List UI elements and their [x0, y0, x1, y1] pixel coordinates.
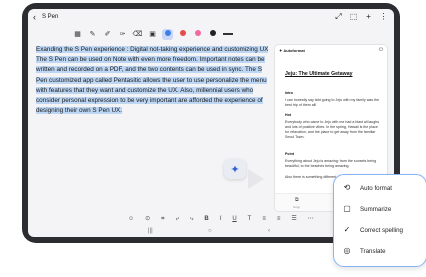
align-icon[interactable]: ≡ — [262, 215, 266, 224]
back-nav-icon[interactable]: ‹ — [268, 228, 270, 234]
color-blue-swatch[interactable] — [162, 29, 173, 40]
section-heading: Hot — [285, 113, 291, 117]
summarize-icon: ▢ — [343, 204, 351, 213]
page-title: S Pen — [42, 14, 59, 20]
menu-item-label: Auto format — [360, 184, 392, 192]
pen-icon[interactable]: ✎ — [87, 29, 98, 40]
menu-item-translate[interactable]: ◎ Translate — [342, 245, 386, 257]
note-body[interactable]: Exanding the S Pen experience : Digital … — [36, 45, 272, 116]
menu-item-label: Summarize — [360, 205, 392, 213]
sparkle-icon: ✦ — [230, 163, 240, 176]
color-black-swatch[interactable] — [207, 29, 218, 40]
section-item: I can honestly say taht going to Jeju wi… — [285, 98, 380, 107]
auto-format-icon: ⟲ — [343, 183, 351, 192]
pointer-arrow — [248, 169, 264, 189]
menu-item-label: Translate — [360, 247, 386, 255]
spelling-icon: ✓ — [343, 225, 351, 234]
redo-icon[interactable]: ⤷ — [190, 215, 193, 224]
pen-toolbar: ▦ ✎ ✐ ✑ ⌫ ▣ — [72, 28, 233, 41]
keyboard-icon[interactable]: ▦ — [72, 29, 83, 40]
add-icon[interactable]: + — [364, 12, 373, 22]
more-format-icon[interactable]: ⋯ — [308, 215, 314, 224]
eraser-icon[interactable]: ⌫ — [132, 29, 143, 40]
home-icon[interactable]: ○ — [208, 228, 212, 234]
color-red-swatch[interactable] — [177, 29, 188, 40]
layout-icon[interactable]: ⬚ — [349, 12, 358, 22]
brush-icon[interactable]: ✑ — [117, 29, 128, 40]
bold-button[interactable]: B — [204, 215, 208, 224]
back-icon[interactable]: ‹ — [33, 12, 36, 22]
pencil-icon[interactable]: ✐ — [102, 29, 113, 40]
italic-button[interactable]: I — [220, 215, 222, 224]
section-heading: Point — [285, 152, 294, 156]
stage: ‹ S Pen ⤢ ⬚ + ⋮ ▦ ✎ ✐ ✑ ⌫ ▣ Exanding the… — [0, 0, 426, 277]
selection-icon[interactable]: ▣ — [147, 29, 158, 40]
app-topbar: ‹ S Pen ⤢ ⬚ + ⋮ — [28, 9, 394, 26]
ai-assist-button[interactable]: ✦ — [224, 159, 246, 179]
copy-icon[interactable]: ⧉ — [295, 197, 299, 203]
panel-title: Jeju: The Ultimate Getaway — [285, 71, 353, 77]
copy-button[interactable]: Copy — [293, 205, 300, 209]
power-icon[interactable]: ⏻ — [379, 47, 383, 53]
grid-icon[interactable]: ⌗ — [161, 215, 164, 224]
color-pink-swatch[interactable] — [192, 29, 203, 40]
stroke-width-icon[interactable] — [222, 29, 233, 40]
more-icon[interactable]: ⋮ — [379, 12, 388, 22]
format-toolbar: ☺ ⊙ ⌗ ⤶ ⤷ B I U T ≡ ≡ ☰ ⋯ — [128, 215, 314, 224]
section-heading: Intro — [285, 91, 293, 95]
menu-item-correct-spelling[interactable]: ✓ Correct spelling — [342, 224, 403, 236]
section-item: Everything about Jeju is amazing: from t… — [285, 159, 377, 168]
emoji-icon[interactable]: ☺ — [128, 215, 134, 224]
section-item: Everybody who came to Jeju with me had a… — [285, 120, 380, 139]
menu-item-auto-format[interactable]: ⟲ Auto format — [342, 182, 392, 194]
menu-item-summarize[interactable]: ▢ Summarize — [342, 203, 391, 215]
list-icon[interactable]: ≡ — [277, 215, 281, 224]
underline-button[interactable]: U — [232, 215, 236, 224]
translate-icon: ◎ — [343, 246, 351, 255]
record-icon[interactable]: ⊙ — [145, 215, 150, 224]
expand-icon[interactable]: ⤢ — [334, 12, 343, 22]
topbar-actions: ⤢ ⬚ + ⋮ — [334, 12, 388, 22]
menu-item-label: Correct spelling — [360, 226, 403, 234]
ai-action-menu: ⟲ Auto format ▢ Summarize ✓ Correct spel… — [333, 174, 426, 267]
text-style-button[interactable]: T — [248, 215, 252, 224]
checklist-icon[interactable]: ☰ — [291, 215, 296, 224]
selected-text[interactable]: Exanding the S Pen experience : Digital … — [36, 46, 269, 115]
undo-icon[interactable]: ⤶ — [176, 215, 179, 224]
panel-header: ✦ Autoformat — [279, 48, 305, 53]
recents-icon[interactable]: ||| — [148, 228, 153, 234]
